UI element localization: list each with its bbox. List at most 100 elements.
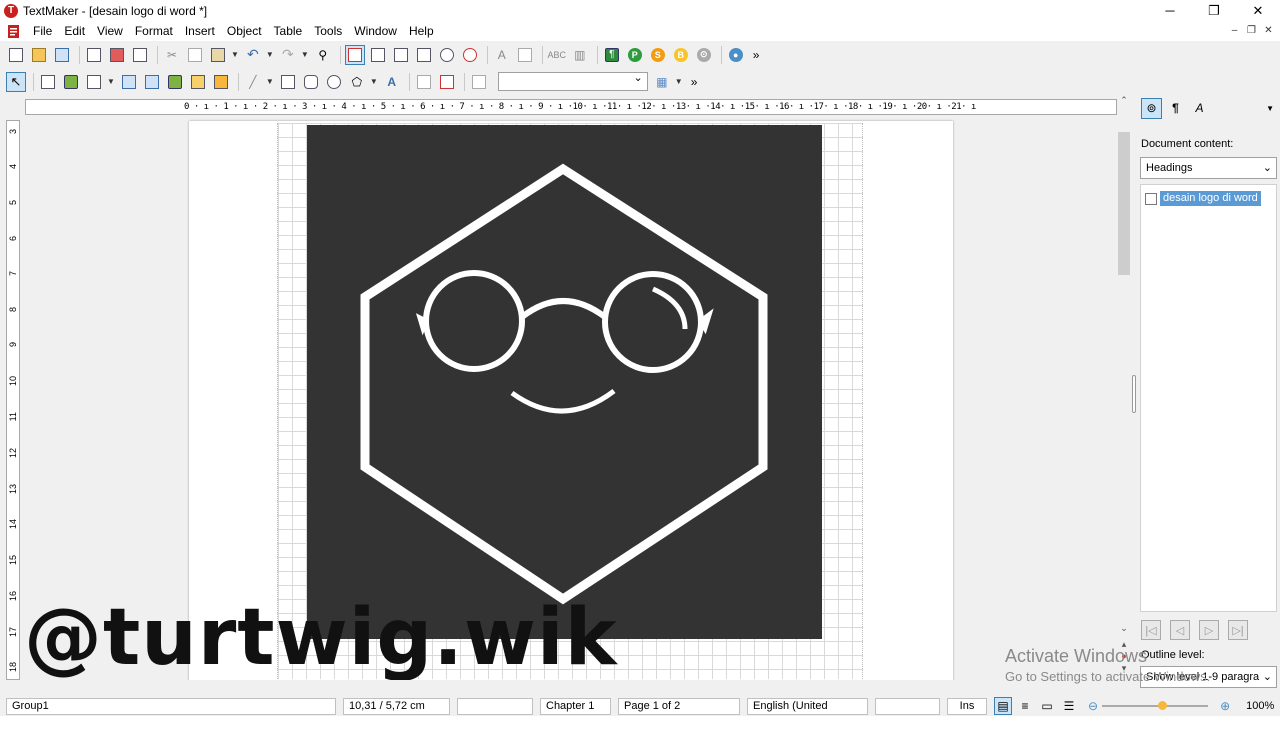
first-heading-icon[interactable]: |◁ [1141,620,1161,640]
menu-tools[interactable]: Tools [308,21,348,41]
zoom-level[interactable]: 100% [1246,700,1274,712]
align-objects-button[interactable] [414,72,434,92]
scroll-thumb[interactable] [1118,132,1130,275]
navigator-tab[interactable]: ⊚ [1141,97,1162,119]
plugin-p-button[interactable]: P [625,45,645,65]
vertical-scrollbar[interactable]: ⌃ ⌄ ▴ ● ▾ [1117,95,1131,680]
doc-close-button[interactable]: ✕ [1261,23,1276,38]
table-grid-dropdown-chevron-icon[interactable]: ▼ [675,77,683,86]
autoshape-button[interactable]: ⬠ [347,72,367,92]
chart-button[interactable]: ▥ [570,45,590,65]
doc-minimize-button[interactable]: – [1227,23,1242,38]
plugin-s-button[interactable]: S [648,45,668,65]
view-normal-button[interactable] [344,44,365,65]
print-button[interactable] [84,45,104,65]
zoom-out-icon[interactable]: ⊖ [1088,699,1098,713]
close-button[interactable]: ✕ [1236,0,1280,21]
zoom-button[interactable] [437,45,457,65]
find-button[interactable]: ⚲ [313,45,333,65]
paste-dropdown-chevron-icon[interactable]: ▼ [231,50,239,59]
previous-heading-icon[interactable]: ◁ [1170,620,1190,640]
page-view-button[interactable]: ▤ [994,697,1012,715]
print-preview-button[interactable] [130,45,150,65]
web-button[interactable]: ● [726,45,746,65]
zoom-slider[interactable] [1102,701,1209,710]
heading-checkbox[interactable] [1145,192,1157,205]
shapes-dropdown-chevron-icon[interactable]: ▼ [370,77,378,86]
zoom-selection-button[interactable] [460,45,480,65]
object-style-select[interactable] [497,71,648,91]
menu-window[interactable]: Window [348,21,403,41]
outline-view-button[interactable]: ☰ [1060,697,1078,715]
save-button[interactable] [52,45,72,65]
insert-formula-button[interactable] [142,72,162,92]
doc-restore-button[interactable]: ❐ [1244,23,1259,38]
insert-ole-button[interactable] [119,72,139,92]
draw-line-button[interactable]: ╱ [243,72,263,92]
arrange-objects-button[interactable] [437,72,457,92]
columns-dropdown-chevron-icon[interactable]: ▼ [107,77,115,86]
document-content-select[interactable]: Headings ⌄ [1140,157,1277,179]
menu-format[interactable]: Format [129,21,179,41]
table-grid-button[interactable]: ▦ [652,72,672,92]
undo-button[interactable]: ↶ [243,45,263,65]
menu-object[interactable]: Object [221,21,268,41]
continuous-view-button[interactable]: ≡ [1016,697,1034,715]
textmaker-app-icon[interactable]: T [4,3,18,18]
draw-ellipse-button[interactable] [324,72,344,92]
sidebar-menu-chevron-icon[interactable]: ▼ [1266,104,1274,113]
copy-button[interactable] [185,45,205,65]
restore-button[interactable]: ❐ [1192,0,1236,21]
status-insert-mode[interactable]: Ins [947,697,987,715]
new-document-button[interactable] [6,45,26,65]
spellcheck-button[interactable]: ABC [547,45,567,65]
horizontal-ruler[interactable]: 0 · ı · 1 · ı · 2 · ı · 3 · ı · 4 · ı · … [25,99,1117,115]
formatting-marks-button[interactable]: ¶ [602,45,622,65]
insert-column-button[interactable] [84,72,104,92]
menu-table[interactable]: Table [268,21,309,41]
redo-dropdown-chevron-icon[interactable]: ▼ [301,50,309,59]
list-item[interactable]: desain logo di word [1145,191,1261,206]
insert-presentation-button[interactable] [188,72,208,92]
menu-edit[interactable]: Edit [58,21,91,41]
sidebar-resize-handle[interactable] [1132,375,1136,413]
character-tab[interactable]: A [1189,98,1210,119]
scroll-up-icon[interactable]: ⌃ [1117,95,1131,109]
scroll-down-icon[interactable]: ⌄ [1117,623,1131,637]
vertical-ruler[interactable]: 3 4 5 6 7 8 9 10 11 12 13 14 15 16 17 18 [6,120,20,680]
logo-drawing-group[interactable] [307,125,822,639]
draw-rectangle-button[interactable] [278,72,298,92]
cut-button[interactable]: ✂ [162,45,182,65]
view-outline-button[interactable] [368,45,388,65]
styles-tab[interactable]: ¶ [1165,98,1186,119]
draw-rounded-rect-button[interactable] [301,72,321,92]
line-dropdown-chevron-icon[interactable]: ▼ [266,77,274,86]
view-master-button[interactable] [391,45,411,65]
master-view-button[interactable]: ▭ [1038,697,1056,715]
next-heading-icon[interactable]: ▷ [1199,620,1219,640]
last-heading-icon[interactable]: ▷| [1228,620,1248,640]
toolbar-overflow-chevron-icon[interactable]: » [753,48,760,62]
minimize-button[interactable]: ─ [1148,0,1192,21]
insert-textframe-button[interactable] [38,72,58,92]
select-object-button[interactable]: ↖ [6,71,26,92]
insert-chart-button[interactable] [165,72,185,92]
open-button[interactable] [29,45,49,65]
horizontal-scrollbar[interactable] [0,680,1117,694]
menu-view[interactable]: View [91,21,129,41]
plugin-gray-button[interactable]: ⊙ [694,45,714,65]
paste-button[interactable] [208,45,228,65]
view-table-button[interactable] [414,45,434,65]
zoom-slider-knob[interactable] [1158,701,1168,710]
menu-file[interactable]: File [27,21,58,41]
status-page[interactable]: Page 1 of 2 [618,697,740,715]
redo-button[interactable]: ↷ [278,45,298,65]
textart-button[interactable]: A [382,72,402,92]
undo-dropdown-chevron-icon[interactable]: ▼ [266,50,274,59]
export-pdf-button[interactable] [107,45,127,65]
menu-help[interactable]: Help [403,21,440,41]
toolbar2-overflow-chevron-icon[interactable]: » [691,75,698,89]
menu-insert[interactable]: Insert [179,21,221,41]
plugin-b-button[interactable]: B [671,45,691,65]
status-chapter[interactable]: Chapter 1 [540,697,611,715]
